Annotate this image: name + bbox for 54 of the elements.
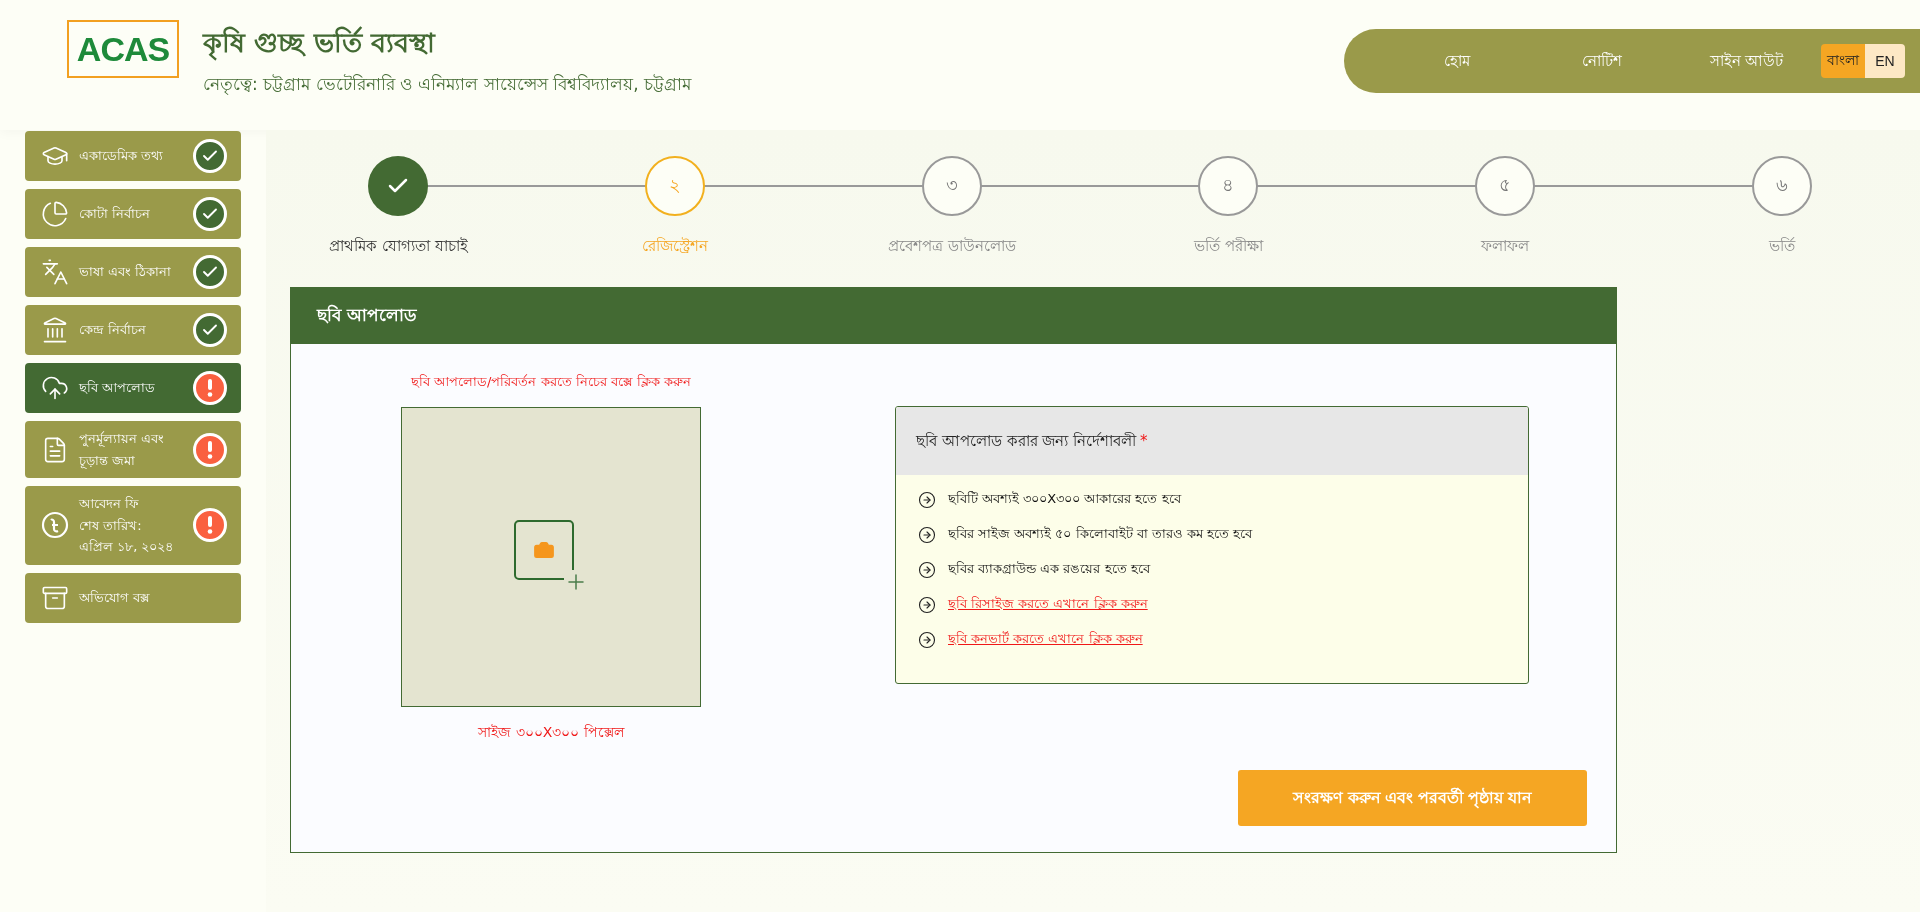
sidebar-item[interactable]: কোটা নির্বাচন bbox=[25, 189, 241, 239]
instruction-link[interactable]: ছবি কনভার্ট করতে এখানে ক্লিক করুন bbox=[948, 629, 1143, 650]
instruction-text: ছবিটি অবশ্যই ৩০০X৩০০ আকারের হতে হবে bbox=[948, 490, 1181, 508]
step-label: প্রাথমিক যোগ্যতা যাচাই bbox=[329, 236, 468, 257]
step-label: রেজিস্ট্রেশন bbox=[642, 236, 708, 257]
logo: ACAS bbox=[67, 20, 179, 78]
sidebar-label: এপ্রিল ১৮, ২০২৪ bbox=[79, 538, 175, 556]
currency-icon bbox=[41, 511, 69, 540]
step-number: ৪ bbox=[1222, 172, 1235, 197]
language-button[interactable]: EN bbox=[1865, 44, 1905, 78]
step-number: ৫ bbox=[1499, 172, 1511, 197]
step-label: ফলাফল bbox=[1481, 236, 1529, 257]
photo-upload-area[interactable] bbox=[401, 407, 701, 707]
site-title: কৃষি গুচ্ছ ভর্তি ব্যবস্থা bbox=[203, 22, 691, 67]
card-title: ছবি আপলোড bbox=[291, 288, 1616, 344]
instruction-text: ছবির সাইজ অবশ্যই ৫০ কিলোবাইট বা তারও কম হতে হবে bbox=[948, 525, 1253, 543]
sidebar-label: একাডেমিক তথ্য bbox=[79, 147, 165, 166]
nav-link[interactable]: সাইন আউট bbox=[1674, 48, 1819, 74]
size-note: সাইজ ৩০০X৩০০ পিক্সেল bbox=[478, 723, 624, 742]
sidebar-item[interactable]: ছবি আপলোড bbox=[25, 363, 241, 413]
pie-chart-icon bbox=[41, 200, 69, 228]
sidebar-label: অভিযোগ বক্স bbox=[79, 588, 152, 607]
step-label: ভর্তি পরীক্ষা bbox=[1193, 236, 1263, 257]
sidebar-label: আবেদন ফি bbox=[79, 495, 141, 513]
step-number: ৩ bbox=[945, 172, 958, 197]
nav-link[interactable]: হোম bbox=[1384, 48, 1529, 74]
sidebar-item[interactable]: অভিযোগ বক্স bbox=[25, 572, 241, 623]
nav-link[interactable]: নোটিশ bbox=[1529, 48, 1674, 74]
sidebar-label: কোটা নির্বাচন bbox=[79, 205, 152, 224]
sidebar-item[interactable]: পুনর্মূল্যায়ন এবং চূড়ান্ত জমা bbox=[25, 421, 241, 478]
sidebar-label: চূড়ান্ত জমা bbox=[79, 451, 137, 470]
save-next-button[interactable]: সংরক্ষণ করুন এবং পরবর্তী পৃষ্ঠায় যান bbox=[1238, 770, 1587, 826]
instruction-text: ছবির ব্যাকগ্রাউন্ড এক রঙয়ের হতে হবে bbox=[948, 560, 1150, 578]
step-number: ২ bbox=[669, 172, 681, 197]
sidebar-item[interactable]: আবেদন ফি শেষ তারিখ: এপ্রিল ১৮, ২০২৪ bbox=[25, 486, 241, 565]
step-label: প্রবেশপত্র ডাউনলোড bbox=[887, 236, 1016, 257]
language-button[interactable]: বাংলা bbox=[1821, 44, 1865, 78]
site-subtitle: নেতৃত্বে: চট্টগ্রাম ভেটেরিনারি ও এনিম্যাল সায়েন্সেস বিশ্ববিদ্যালয়, চট্টগ্রাম bbox=[203, 73, 691, 97]
sidebar-label: পুনর্মূল্যায়ন এবং bbox=[79, 430, 166, 449]
sidebar-item[interactable]: কেন্দ্র নির্বাচন bbox=[25, 305, 241, 355]
sidebar-label: শেষ তারিখ: bbox=[79, 516, 143, 535]
upload-hint: ছবি আপলোড/পরিবর্তন করতে নিচের বক্সে ক্লিক করুন bbox=[410, 373, 692, 391]
sidebar-item[interactable]: একাডেমিক তথ্য bbox=[25, 131, 241, 181]
cloud-upload-icon bbox=[41, 374, 69, 402]
instructions-title: ছবি আপলোড করার জন্য নির্দেশাবলী * bbox=[916, 430, 1148, 452]
instruction-link[interactable]: ছবি রিসাইজ করতে এখানে ক্লিক করুন bbox=[948, 594, 1148, 615]
sidebar-label: ছবি আপলোড bbox=[79, 379, 157, 398]
step-label: ভর্তি bbox=[1768, 236, 1795, 257]
sidebar-item[interactable]: ভাষা এবং ঠিকানা bbox=[25, 247, 241, 297]
sidebar-label: ভাষা এবং ঠিকানা bbox=[79, 263, 173, 282]
sidebar-label: কেন্দ্র নির্বাচন bbox=[79, 321, 148, 340]
step-number: ৬ bbox=[1775, 172, 1788, 197]
bank-building-icon bbox=[41, 316, 69, 344]
translate-icon bbox=[41, 258, 69, 286]
